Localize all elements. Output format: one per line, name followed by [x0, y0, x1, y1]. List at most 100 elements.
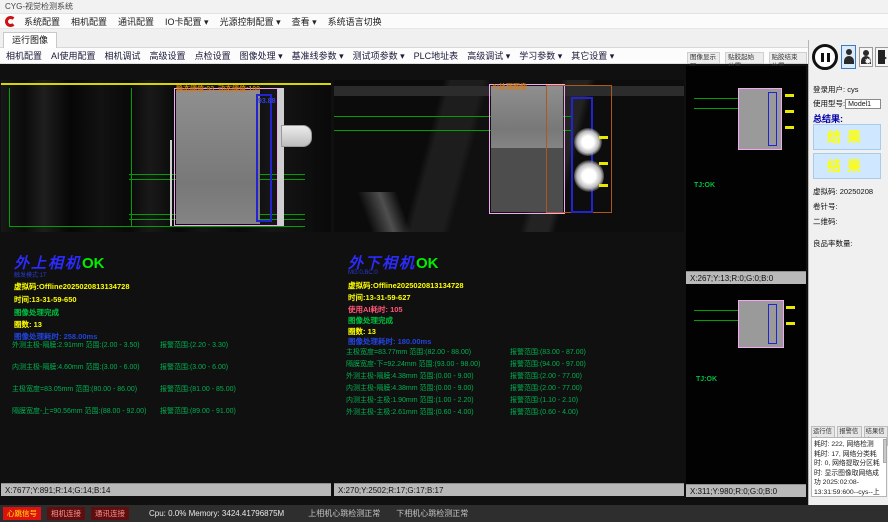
- yield-row: 良品率数量:: [813, 238, 853, 249]
- tool-baseline-params[interactable]: 基准线参数 ▾: [292, 49, 344, 62]
- tape-status-label: TJ:OK: [696, 376, 717, 383]
- left-coords-bar: X:7677;Y:891;R:14;G:14;B:14: [1, 483, 331, 496]
- tool-image-processing[interactable]: 图像处理 ▾: [240, 49, 283, 62]
- measurement-value: 主极宽度=83.77mm 范围:(82.00 - 88.00): [346, 347, 471, 357]
- roi-rect-blue: [256, 94, 272, 222]
- preview-tab-tape-start[interactable]: 贴胶起始位置: [725, 52, 763, 64]
- measurement-value: 隔膜宽度-上=90.56mm 范围:(88.00 - 92.00): [12, 406, 146, 416]
- camera-status-ok: OK: [416, 255, 439, 272]
- menu-comm-config[interactable]: 通讯配置: [118, 15, 154, 28]
- tab-strip: 运行图像: [0, 29, 888, 48]
- qrcode-row: 二维码:: [813, 216, 838, 227]
- lower-camera-heartbeat: 下相机心跳检测正常: [396, 508, 468, 519]
- pause-icon: [827, 53, 830, 62]
- measurement-value: 外测主极-主极:2.61mm 范围:(0.60 - 4.00): [346, 407, 474, 417]
- login-user-row: 登录用户: cys: [813, 84, 858, 95]
- virtual-code-label: 虚拟码:: [813, 187, 838, 196]
- yellow-marker: [599, 162, 608, 165]
- tool-camera-config[interactable]: 相机配置: [6, 49, 42, 62]
- yellow-marker: [599, 136, 608, 139]
- tool-test-params[interactable]: 测试项参数 ▾: [353, 49, 405, 62]
- measure-line: [694, 310, 738, 311]
- model-row: 使用型号:Model1: [813, 98, 881, 109]
- comm-link-badge: 通讯连接: [91, 507, 129, 520]
- tool-plc-address[interactable]: PLC地址表: [414, 49, 459, 62]
- user-button[interactable]: [841, 45, 856, 69]
- tool-camera-debug[interactable]: 相机调试: [105, 49, 141, 62]
- user-icon-body: [844, 56, 854, 64]
- side-panel: 登录用户: cys 使用型号:Model1 总结果: 结果 结果 虚拟码: 20…: [808, 40, 888, 505]
- log-scrollbar[interactable]: [883, 439, 887, 463]
- tool-spot-check[interactable]: 点检设置: [195, 49, 231, 62]
- roi-rect-blue: [768, 92, 777, 146]
- menu-view[interactable]: 查看 ▾: [292, 15, 317, 28]
- tool-other-settings[interactable]: 其它设置 ▾: [571, 49, 614, 62]
- exit-button[interactable]: [875, 47, 888, 67]
- virtual-code-value: 20250208: [840, 187, 873, 196]
- preview-tab-display[interactable]: 图像显示区: [687, 52, 720, 64]
- tool-advanced-settings[interactable]: 高级设置: [150, 49, 186, 62]
- preview-image-top[interactable]: TJ:OK: [686, 66, 806, 271]
- preview-header-tabs: 图像显示区 贴胶起始位置 贴胶结束位置: [687, 52, 807, 64]
- preview-bottom-coords: X:311;Y:980;R:0;G:0;B:0: [686, 484, 806, 497]
- upper-camera-heartbeat: 上相机心跳检测正常: [308, 508, 380, 519]
- left-process-done: 图像处理完成: [14, 307, 59, 318]
- alarm-range: 报警范围:(0.60 - 4.00): [510, 407, 578, 417]
- camera-status-ok: OK: [82, 255, 105, 272]
- tab-run-image[interactable]: 运行图像: [3, 32, 57, 48]
- tool-ai-config[interactable]: AI使用配置: [51, 49, 96, 62]
- login-user-label: 登录用户:: [813, 85, 845, 94]
- heartbeat-badge: 心跳信号: [3, 507, 41, 520]
- yellow-marker: [599, 184, 608, 187]
- measure-line: [9, 226, 305, 227]
- window-title: CYG-视觉检测系统: [5, 2, 73, 11]
- baseline-yellow: [1, 83, 331, 85]
- yellow-marker: [786, 322, 795, 325]
- menu-light-config[interactable]: 光源控制配置 ▾: [220, 15, 281, 28]
- measure-line: [694, 108, 738, 109]
- user-settings-button[interactable]: [859, 47, 873, 67]
- menu-system-config[interactable]: 系统配置: [24, 15, 60, 28]
- tape-status-label: TJ:OK: [694, 182, 715, 189]
- preview-image-bottom[interactable]: TJ:OK: [686, 284, 806, 484]
- alarm-range: 报警范围:(2.00 - 77.00): [510, 371, 582, 381]
- menu-camera-config[interactable]: 相机配置: [71, 15, 107, 28]
- preview-roi: [738, 300, 784, 348]
- measurement-value: 内测主极-隔膜:4.38mm 范围:(0.00 - 9.00): [346, 383, 474, 393]
- result-box-top: 结果: [813, 124, 881, 150]
- left-camera-image[interactable]: 静态阈值:93, 动态阈值:100 93.88: [1, 80, 331, 232]
- window-titlebar[interactable]: CYG-视觉检测系统: [0, 0, 888, 14]
- center-sub-status: MG:0,BC:0: [348, 270, 378, 276]
- menu-io-config[interactable]: IO卡配置 ▾: [165, 15, 209, 28]
- tool-advanced-debug[interactable]: 高级调试 ▾: [467, 49, 510, 62]
- left-virtual-code: 虚拟码:Offline2025020813134728: [14, 281, 130, 292]
- yellow-marker: [785, 126, 794, 129]
- login-user-value: cys: [847, 85, 858, 94]
- cpu-memory-text: Cpu: 0.0% Memory: 3424.41796875M: [149, 509, 284, 518]
- virtual-code-row: 虚拟码: 20250208: [813, 186, 873, 197]
- gear-icon: [865, 58, 871, 64]
- edge-highlight: [278, 88, 284, 226]
- left-sub-status: 触发模式:1T: [14, 270, 47, 279]
- center-camera-image[interactable]: AI处理图像: [334, 80, 684, 232]
- alarm-range: 报警范围:(81.00 - 85.00): [160, 384, 236, 394]
- alarm-range: 报警范围:(3.00 - 6.00): [160, 362, 228, 372]
- yellow-marker: [786, 306, 795, 309]
- center-time: 时间:13-31-59-627: [348, 292, 411, 303]
- tool-learning-params[interactable]: 学习参数 ▾: [519, 49, 562, 62]
- threshold-overlay-text: 静态阈值:93, 动态阈值:100: [176, 84, 260, 94]
- pause-button[interactable]: [812, 44, 838, 70]
- needle-label: 卷针号:: [813, 202, 838, 211]
- measurement-value: 外测主极-隔膜:4.38mm 范围:(0.00 - 9.00): [346, 371, 474, 381]
- result-box-bottom: 结果: [813, 153, 881, 179]
- alarm-range: 报警范围:(2.00 - 77.00): [510, 383, 582, 393]
- measure-line: [9, 88, 10, 227]
- camera-link-badge: 相机连接: [47, 507, 85, 520]
- preview-tab-tape-end[interactable]: 贴胶结束位置: [769, 52, 807, 64]
- menu-language-switch[interactable]: 系统语言切换: [328, 15, 382, 28]
- center-virtual-code: 虚拟码:Offline2025020813134728: [348, 280, 464, 291]
- center-ai-time: 使用AI耗时: 105: [348, 304, 403, 315]
- model-select[interactable]: Model1: [845, 99, 881, 109]
- preview-top-coords: X:267;Y:13;R:0;G:0;B:0: [686, 271, 806, 284]
- center-elapsed: 图像处理耗时: 180.00ms: [348, 336, 431, 347]
